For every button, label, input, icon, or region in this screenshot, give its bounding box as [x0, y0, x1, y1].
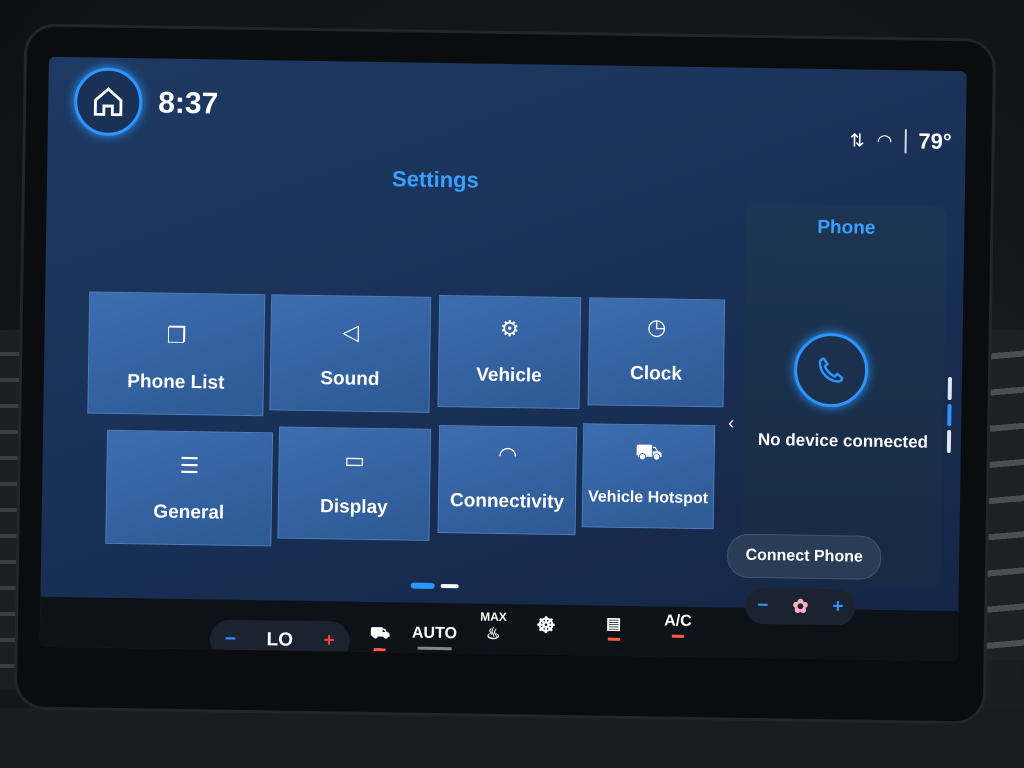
ac-button[interactable]: A/C [664, 613, 692, 638]
tile-label: Vehicle [476, 364, 542, 387]
temp-decrease-button[interactable]: − [225, 629, 236, 651]
tile-label: Phone List [127, 371, 225, 394]
status-divider [904, 129, 907, 154]
phone-panel-title: Phone [817, 216, 876, 239]
temp-increase-button[interactable]: + [323, 630, 334, 652]
temp-setting: LO [266, 629, 294, 651]
page-dot[interactable] [440, 584, 459, 589]
page-title: Settings [391, 166, 480, 193]
tile-label: Display [319, 496, 388, 519]
recirculation-icon: ⛟ [369, 624, 391, 643]
recirculation-button[interactable]: ⛟ [369, 624, 391, 652]
outside-temperature: 79° [918, 128, 952, 154]
tile-sound[interactable]: ◁ Sound [269, 294, 432, 413]
chevron-left-icon[interactable]: ‹ [728, 413, 734, 434]
fan-icon: ✿ [792, 596, 809, 618]
wifi-icon: ◠ [497, 441, 518, 468]
tile-general[interactable]: ☰ General [105, 429, 274, 547]
clock-icon: ◷ [646, 314, 667, 340]
defrost-icon: ♨ [485, 625, 501, 643]
heated-steering-button[interactable]: ☸ [536, 613, 556, 639]
auto-climate-button[interactable]: AUTO [412, 625, 457, 651]
tile-label: General [153, 501, 225, 524]
rear-defrost-icon: ▤ [605, 615, 622, 633]
max-defrost-button[interactable]: MAX ♨ [480, 610, 507, 644]
data-signal-icon: ⇅ [849, 129, 865, 151]
phone-icon[interactable] [793, 332, 869, 408]
ac-label: A/C [664, 612, 692, 630]
status-bar: ⇅ ◠ 79° [849, 127, 951, 155]
fan-increase-button[interactable]: + [832, 596, 843, 618]
infotainment-screen: 8:37 ⇅ ◠ 79° Settings ❐ Phone List ◁ Sou… [39, 56, 967, 662]
phone-list-icon: ❐ [166, 322, 187, 348]
wifi-status-icon: ◠ [876, 130, 893, 151]
vehicle-settings-icon: ⚙ [499, 315, 520, 342]
tile-display[interactable]: ▭ Display [277, 426, 432, 541]
speaker-icon: ◁ [341, 319, 360, 345]
tile-label: Sound [320, 368, 380, 391]
tile-label: Vehicle Hotspot [587, 488, 709, 508]
tile-vehicle-hotspot[interactable]: ⛟ Vehicle Hotspot [581, 423, 716, 530]
display-bezel: 8:37 ⇅ ◠ 79° Settings ❐ Phone List ◁ Sou… [16, 26, 994, 722]
vehicle-hotspot-icon: ⛟ [634, 438, 663, 464]
heated-steering-icon: ☸ [535, 612, 556, 638]
tile-label: Connectivity [449, 490, 565, 513]
tile-vehicle[interactable]: ⚙ Vehicle [437, 294, 582, 410]
auto-label: AUTO [411, 624, 458, 643]
home-button[interactable] [73, 67, 143, 137]
phone-status: No device connected [757, 429, 929, 452]
connect-phone-button[interactable]: Connect Phone [726, 533, 882, 580]
fan-decrease-button[interactable]: − [757, 595, 768, 617]
scroll-indicator[interactable] [946, 376, 953, 454]
fan-control: − ✿ + [745, 587, 856, 626]
tile-connectivity[interactable]: ◠ Connectivity [437, 424, 578, 536]
home-icon [93, 87, 123, 117]
tile-label: Clock [629, 362, 683, 385]
page-indicator [410, 582, 459, 590]
page-dot-active[interactable] [410, 582, 435, 589]
temperature-control: − LO + [209, 619, 351, 662]
display-icon: ▭ [344, 447, 366, 473]
sliders-icon: ☰ [179, 452, 200, 479]
tile-clock[interactable]: ◷ Clock [587, 297, 726, 408]
phone-panel: Phone No device connected Connect Phone [726, 203, 947, 587]
max-label: MAX [480, 609, 507, 625]
rear-defrost-button[interactable]: ▤ [606, 614, 622, 641]
tile-phone-list[interactable]: ❐ Phone List [87, 291, 266, 417]
clock-time: 8:37 [157, 86, 219, 121]
